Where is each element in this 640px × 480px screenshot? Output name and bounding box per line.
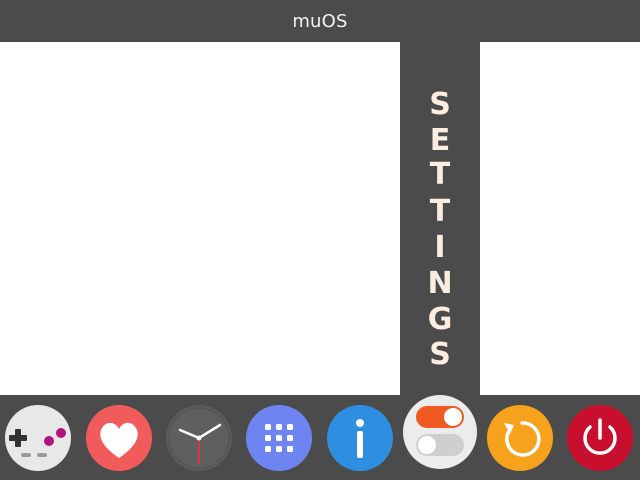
dock-item-favourites[interactable] (86, 405, 152, 471)
section-label-letter: G (427, 302, 453, 337)
power-icon (567, 405, 633, 471)
dock-item-configuration[interactable] (403, 395, 477, 469)
dock-item-games[interactable] (5, 405, 71, 471)
top-bar: muOS (0, 0, 640, 42)
content-panel-right (480, 42, 640, 395)
section-label-letter: S (429, 87, 451, 122)
info-icon (327, 405, 393, 471)
section-label-strip: S E T T I N G S (400, 42, 480, 395)
dock-item-reboot[interactable] (487, 405, 553, 471)
section-label-letter: E (429, 123, 451, 158)
top-bar-title: muOS (292, 10, 348, 32)
section-label-letter: T (429, 194, 451, 229)
heart-icon (86, 405, 152, 471)
gamepad-icon (5, 405, 71, 471)
content-panel-left (0, 42, 400, 395)
section-label-letter: N (427, 266, 453, 301)
app-dock (0, 395, 640, 480)
refresh-icon (487, 405, 553, 471)
dock-item-applications[interactable] (246, 405, 312, 471)
dock-item-shutdown[interactable] (567, 405, 633, 471)
section-label-letter: S (429, 337, 451, 372)
toggle-switches-icon (403, 395, 477, 469)
app-grid-icon (246, 405, 312, 471)
section-label-letter: T (429, 157, 451, 192)
dock-item-history[interactable] (166, 405, 232, 471)
clock-icon (166, 405, 232, 471)
section-label-letter: I (434, 230, 446, 265)
content-area: S E T T I N G S (0, 42, 640, 395)
dock-item-information[interactable] (327, 405, 393, 471)
muos-screen: muOS S E T T I N G S (0, 0, 640, 480)
